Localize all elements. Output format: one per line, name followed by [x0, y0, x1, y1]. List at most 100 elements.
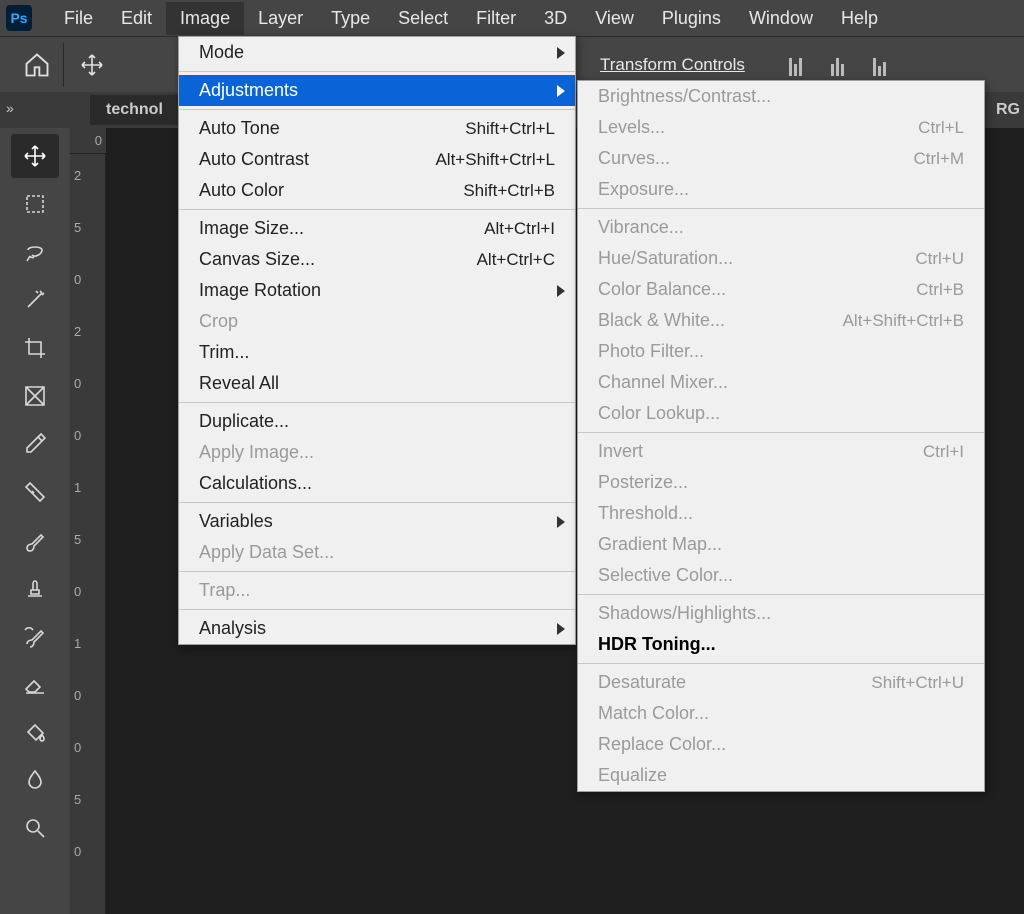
- adjustments-submenu: Brightness/Contrast... Levels...Ctrl+LCur…: [577, 80, 985, 792]
- menu-type[interactable]: Type: [317, 2, 384, 35]
- menu-filter[interactable]: Filter: [462, 2, 530, 35]
- image-menu-reveal-all[interactable]: Reveal All: [179, 368, 575, 399]
- expand-panels-icon[interactable]: »: [6, 100, 14, 116]
- document-tab[interactable]: technol: [90, 95, 179, 125]
- menu-item-label: Posterize...: [598, 472, 688, 493]
- menu-item-label: Hue/Saturation...: [598, 248, 733, 269]
- stamp-tool[interactable]: [11, 566, 59, 610]
- move-tool[interactable]: [11, 134, 59, 178]
- eraser-tool[interactable]: [11, 662, 59, 706]
- menu-item-label: Channel Mixer...: [598, 372, 728, 393]
- menu-item-label: Equalize: [598, 765, 667, 786]
- home-icon[interactable]: [10, 43, 64, 87]
- align-bottom-icon[interactable]: [867, 54, 893, 76]
- menu-item-shortcut: Ctrl+B: [916, 280, 964, 300]
- adjustments-equalize: Equalize: [578, 760, 984, 791]
- ruler-tick: 0: [74, 844, 81, 859]
- menu-view[interactable]: View: [581, 2, 648, 35]
- app-logo: Ps: [6, 5, 32, 31]
- menu-item-label: Exposure...: [598, 179, 689, 200]
- history-brush-tool[interactable]: [11, 614, 59, 658]
- image-menu-adjustments[interactable]: Adjustments: [179, 75, 575, 106]
- menu-file[interactable]: File: [50, 2, 107, 35]
- align-top-icon[interactable]: [783, 54, 809, 76]
- ruler-tick: 0: [74, 376, 81, 391]
- ruler-tick: 0: [74, 584, 81, 599]
- ruler-tick: 0: [74, 740, 81, 755]
- ruler-tick: 0: [74, 688, 81, 703]
- image-menu-variables[interactable]: Variables: [179, 506, 575, 537]
- wand-tool[interactable]: [11, 278, 59, 322]
- image-menu-image-rotation[interactable]: Image Rotation: [179, 275, 575, 306]
- adjustments-hdr-toning[interactable]: HDR Toning...: [578, 629, 984, 660]
- menu-item-label: Gradient Map...: [598, 534, 722, 555]
- crop-tool[interactable]: [11, 326, 59, 370]
- blur-tool[interactable]: [11, 758, 59, 802]
- adjustments-hue-saturation: Hue/Saturation...Ctrl+U: [578, 243, 984, 274]
- image-menu-calculations[interactable]: Calculations...: [179, 468, 575, 499]
- menu-item-shortcut: Ctrl+M: [913, 149, 964, 169]
- adjustments-match-color: Match Color...: [578, 698, 984, 729]
- menu-separator: [179, 502, 575, 503]
- zoom-tool[interactable]: [11, 806, 59, 850]
- image-menu-trim[interactable]: Trim...: [179, 337, 575, 368]
- adjustments-levels: Levels...Ctrl+L: [578, 112, 984, 143]
- lasso-tool[interactable]: [11, 230, 59, 274]
- image-menu-mode[interactable]: Mode: [179, 37, 575, 68]
- menu-item-label: Brightness/Contrast...: [598, 86, 771, 107]
- menu-plugins[interactable]: Plugins: [648, 2, 735, 35]
- ruler-tick: 1: [74, 480, 81, 495]
- menu-separator: [179, 71, 575, 72]
- menu-item-shortcut: Alt+Ctrl+I: [484, 219, 555, 239]
- adjustments-selective-color: Selective Color...: [578, 560, 984, 591]
- eyedropper-tool[interactable]: [11, 422, 59, 466]
- adjustments-shadows-highlights: Shadows/Highlights...: [578, 598, 984, 629]
- frame-tool[interactable]: [11, 374, 59, 418]
- menu-3d[interactable]: 3D: [530, 2, 581, 35]
- healing-tool[interactable]: [11, 470, 59, 514]
- menu-separator: [578, 663, 984, 664]
- adjustments-curves: Curves...Ctrl+M: [578, 143, 984, 174]
- menu-image[interactable]: Image: [166, 2, 244, 35]
- move-tool-icon[interactable]: [74, 53, 110, 77]
- transform-controls-label: Transform Controls: [600, 55, 745, 75]
- menu-separator: [179, 571, 575, 572]
- image-menu-auto-contrast[interactable]: Auto ContrastAlt+Shift+Ctrl+L: [179, 144, 575, 175]
- menu-edit[interactable]: Edit: [107, 2, 166, 35]
- menu-item-label: Replace Color...: [598, 734, 726, 755]
- menu-item-label: Trap...: [199, 580, 250, 601]
- image-menu-analysis[interactable]: Analysis: [179, 613, 575, 644]
- image-menu-auto-tone[interactable]: Auto ToneShift+Ctrl+L: [179, 113, 575, 144]
- menu-item-label: Calculations...: [199, 473, 312, 494]
- menu-layer[interactable]: Layer: [244, 2, 317, 35]
- image-menu-canvas-size[interactable]: Canvas Size...Alt+Ctrl+C: [179, 244, 575, 275]
- bucket-tool[interactable]: [11, 710, 59, 754]
- adjustments-brightness-contrast: Brightness/Contrast...: [578, 81, 984, 112]
- menu-separator: [578, 594, 984, 595]
- ruler-origin: 0: [70, 128, 106, 154]
- menu-item-label: Shadows/Highlights...: [598, 603, 771, 624]
- marquee-tool[interactable]: [11, 182, 59, 226]
- menu-item-label: Auto Contrast: [199, 149, 309, 170]
- menu-item-label: Desaturate: [598, 672, 686, 693]
- image-menu-image-size[interactable]: Image Size...Alt+Ctrl+I: [179, 213, 575, 244]
- align-middle-icon[interactable]: [825, 54, 851, 76]
- menu-select[interactable]: Select: [384, 2, 462, 35]
- image-menu-duplicate[interactable]: Duplicate...: [179, 406, 575, 437]
- menu-item-label: Analysis: [199, 618, 266, 639]
- submenu-arrow-icon: [557, 623, 565, 635]
- image-menu-auto-color[interactable]: Auto ColorShift+Ctrl+B: [179, 175, 575, 206]
- brush-tool[interactable]: [11, 518, 59, 562]
- menu-item-shortcut: Ctrl+L: [918, 118, 964, 138]
- menu-item-label: Invert: [598, 441, 643, 462]
- menu-window[interactable]: Window: [735, 2, 827, 35]
- image-menu-trap: Trap...: [179, 575, 575, 606]
- menu-separator: [179, 109, 575, 110]
- adjustments-desaturate: DesaturateShift+Ctrl+U: [578, 667, 984, 698]
- menu-item-label: Image Rotation: [199, 280, 321, 301]
- menu-help[interactable]: Help: [827, 2, 892, 35]
- menu-item-label: Adjustments: [199, 80, 298, 101]
- vertical-ruler: 0 25020015010050: [70, 128, 106, 914]
- ruler-tick: 5: [74, 532, 81, 547]
- menu-item-label: Variables: [199, 511, 273, 532]
